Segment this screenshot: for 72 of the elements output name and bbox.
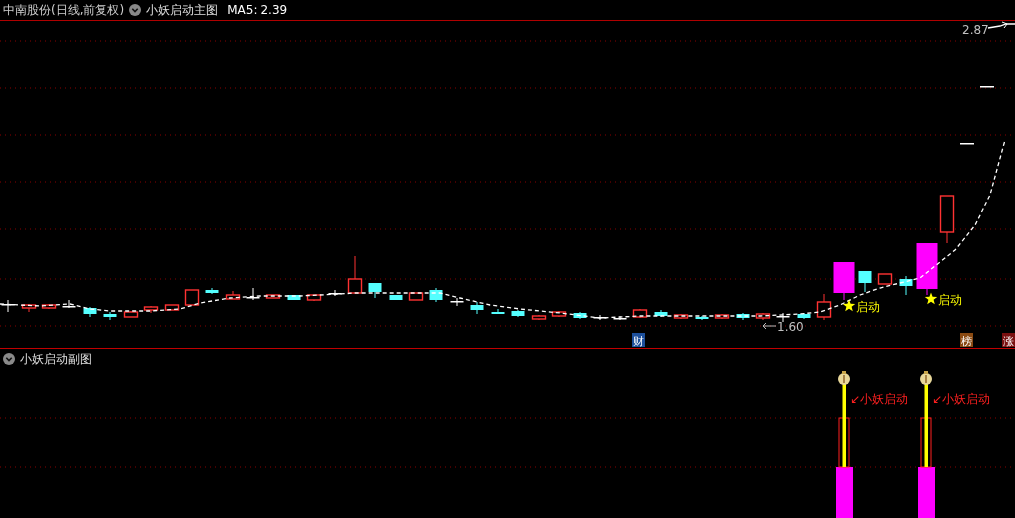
volume-bar <box>836 467 853 518</box>
candlestick <box>899 275 913 296</box>
candlestick <box>654 309 668 318</box>
candlestick <box>450 297 464 307</box>
candlestick <box>408 292 424 301</box>
candlestick <box>389 294 403 301</box>
candlestick <box>328 289 342 297</box>
candlestick <box>551 310 567 318</box>
candlestick <box>62 299 76 309</box>
candlestick <box>470 301 484 315</box>
candlestick <box>939 195 955 244</box>
candlestick <box>833 261 855 301</box>
arrow-icon <box>762 322 777 330</box>
signal-label: ↙小妖启动 <box>932 392 991 406</box>
candlestick <box>816 293 832 321</box>
stock-title: 中南股份(日线,前复权) <box>3 1 125 19</box>
candlestick <box>714 313 730 320</box>
candlestick <box>613 315 627 321</box>
candlestick <box>797 312 811 320</box>
signal-label: 启动 <box>938 293 962 307</box>
candlestick <box>491 308 505 315</box>
candlestick <box>306 294 322 302</box>
tag: 涨 <box>1002 333 1015 348</box>
ma-value: 2.39 <box>260 3 288 17</box>
candlestick <box>21 303 37 313</box>
candlestick <box>877 273 893 285</box>
candlestick <box>368 282 382 299</box>
candlestick <box>265 294 281 299</box>
candlestick <box>184 289 200 306</box>
signal-label: ↙小妖启动 <box>850 392 909 406</box>
candlestick <box>531 314 547 321</box>
candlestick <box>143 305 159 314</box>
candlestick <box>736 312 750 321</box>
signal-bar <box>838 417 850 468</box>
price-level-mark <box>980 86 994 88</box>
candlestick <box>593 314 607 321</box>
candlestick <box>164 304 180 311</box>
ma-label: MA5: <box>227 3 258 17</box>
candlestick <box>1 299 15 313</box>
star-icon <box>842 299 856 312</box>
signal-bar <box>920 417 932 468</box>
candlestick <box>41 303 57 310</box>
candlestick <box>429 287 443 303</box>
candlestick <box>246 287 260 301</box>
candlestick <box>205 287 219 295</box>
signal-label: 启动 <box>856 300 880 314</box>
volume-bar <box>918 467 935 518</box>
star-icon <box>924 292 938 305</box>
candlestick <box>632 308 648 319</box>
indicator-name: 小妖启动副图 <box>20 350 92 368</box>
candlestick <box>103 311 117 321</box>
candlestick <box>123 310 139 318</box>
candlestick <box>755 312 771 321</box>
candlestick <box>83 306 97 318</box>
tag: 财 <box>632 333 645 348</box>
price-level-mark <box>960 143 974 145</box>
candlestick <box>287 294 301 301</box>
high-price-label: 2.87 <box>962 23 989 37</box>
candlestick <box>573 311 587 320</box>
candlestick <box>511 309 525 318</box>
candlestick <box>916 242 938 296</box>
indicator-name: 小妖启动主图 <box>146 1 219 19</box>
candlestick <box>347 255 363 294</box>
candlestick <box>695 315 709 321</box>
dropdown-icon[interactable] <box>3 353 15 365</box>
candlestick <box>673 313 689 320</box>
candlestick <box>225 290 241 300</box>
candlestick <box>776 312 790 323</box>
candlestick <box>858 270 872 293</box>
dropdown-icon[interactable] <box>129 4 142 16</box>
low-price-label: 1.60 <box>777 320 804 334</box>
tag: 榜 <box>960 333 973 348</box>
